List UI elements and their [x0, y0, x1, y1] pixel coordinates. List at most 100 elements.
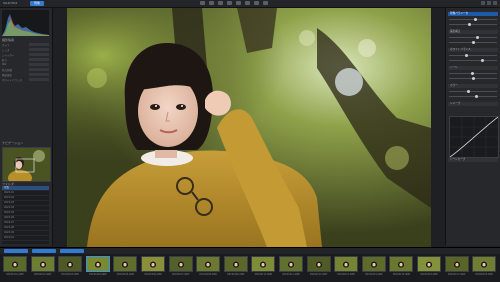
maximize-icon[interactable] [487, 1, 491, 5]
filmstrip-thumbnail[interactable]: DSC00115.ARW [389, 256, 414, 278]
adjust-slider[interactable] [449, 95, 497, 98]
slider-handle[interactable] [470, 72, 474, 75]
filmstrip-thumbnail[interactable]: DSC00106.ARW [141, 256, 165, 278]
navigator-preview [3, 148, 50, 181]
folder-item[interactable]: 2024-10 [2, 236, 49, 241]
app-brand: SILKYPIX [3, 1, 18, 5]
thumbnail-image [334, 256, 359, 272]
info-section-title: 撮影情報 [2, 38, 15, 42]
thumbnail-label: DSC00107.ARW [171, 273, 190, 276]
adjust-slider[interactable] [449, 90, 497, 93]
adjust-slider[interactable] [449, 59, 497, 62]
adjust-slider[interactable] [449, 41, 497, 44]
main-photo[interactable] [67, 8, 431, 247]
adjust-slider[interactable] [449, 36, 497, 39]
filmstrip-thumbnail[interactable]: DSC00117.ARW [444, 256, 469, 278]
filmstrip-thumbnail[interactable]: DSC00116.ARW [417, 256, 441, 278]
filmstrip-thumbnail[interactable]: DSC00111.ARW [279, 256, 303, 278]
slider-handle[interactable] [472, 77, 476, 80]
tool-icon[interactable] [218, 1, 223, 5]
info-value-field [29, 43, 49, 46]
slider-handle[interactable] [475, 95, 479, 98]
slider-handle[interactable] [467, 23, 471, 26]
adjust-slider[interactable] [449, 77, 497, 80]
filmstrip-thumbnail[interactable]: DSC00104.ARW [85, 256, 110, 278]
thumbnail-label: DSC00115.ARW [392, 273, 411, 276]
slider-handle[interactable] [471, 41, 475, 44]
sharpness-header[interactable]: シャープ [448, 102, 498, 106]
filmstrip-thumbnail[interactable]: DSC00103.ARW [58, 256, 83, 278]
thumbnail-image [306, 256, 331, 272]
navigator-title: ナビゲーション [2, 141, 23, 145]
thumbnail-label: DSC00111.ARW [282, 273, 300, 276]
adjust-slider[interactable] [449, 72, 497, 75]
filmstrip-thumbnail[interactable]: DSC00107.ARW [168, 256, 193, 278]
slider-handle[interactable] [480, 59, 484, 62]
filmstrip-thumbnail[interactable]: DSC00108.ARW [196, 256, 221, 278]
navigator-thumbnail[interactable] [2, 147, 51, 182]
info-row: ホワイトバランス [2, 78, 49, 82]
info-value-field [29, 68, 49, 71]
thumbnail-label: DSC00104.ARW [89, 273, 107, 276]
filmstrip-button[interactable] [60, 249, 84, 253]
tool-icon[interactable] [245, 1, 250, 5]
info-row: レンズ [2, 48, 49, 52]
adjust-slider[interactable] [449, 18, 497, 21]
adjust-slider[interactable] [449, 54, 497, 57]
thumbnail-label: DSC00110.ARW [254, 273, 273, 276]
tool-icon[interactable] [209, 1, 214, 5]
info-key: レンズ [2, 49, 10, 52]
filmstrip-thumbnail[interactable]: DSC00101.ARW [3, 256, 27, 278]
info-key: ISO [2, 63, 7, 66]
tone-curve[interactable] [449, 116, 499, 158]
thumbnail-image [361, 256, 386, 272]
thumbnail-label: DSC00114.ARW [365, 273, 383, 276]
slider-handle[interactable] [464, 54, 468, 57]
adjust-slider[interactable] [449, 23, 497, 26]
info-key: 絞り [2, 59, 8, 62]
tab-develop[interactable]: 現像 [30, 1, 45, 6]
info-key: 露出補正 [2, 74, 13, 77]
close-icon[interactable] [493, 1, 497, 5]
thumbnail-label: DSC00109.ARW [227, 273, 245, 276]
thumbnail-image [417, 256, 441, 272]
thumbnail-label: DSC00101.ARW [6, 273, 24, 276]
tone-curve-header[interactable]: トーンカーブ [448, 158, 498, 162]
tool-icon[interactable] [263, 1, 268, 5]
develop-params-header[interactable]: 現像パラメータ [448, 12, 498, 16]
thumbnail-image [30, 256, 55, 272]
color-header[interactable]: カラー [448, 84, 498, 88]
filmstrip-thumbnail[interactable]: DSC00102.ARW [30, 256, 55, 278]
thumbnail-image [113, 256, 138, 272]
tool-icon[interactable] [254, 1, 259, 5]
minimize-icon[interactable] [481, 1, 485, 5]
top-bar: SILKYPIX 現像 [0, 0, 500, 8]
filmstrip-thumbnail[interactable]: DSC00114.ARW [361, 256, 386, 278]
filmstrip-thumbnail[interactable]: DSC00110.ARW [251, 256, 276, 278]
info-value-field [29, 63, 49, 66]
histogram-graph [2, 14, 49, 36]
filmstrip-thumbnail[interactable]: DSC00113.ARW [334, 256, 359, 278]
tool-icon[interactable] [236, 1, 241, 5]
histogram [2, 10, 49, 36]
thumbnail-label: DSC00106.ARW [144, 273, 162, 276]
slider-track [449, 96, 497, 97]
tone-header[interactable]: トーン [448, 66, 498, 70]
filmstrip-button[interactable] [4, 249, 28, 253]
exposure-header[interactable]: 露出補正 [448, 30, 498, 34]
slider-handle[interactable] [476, 36, 479, 39]
slider-handle[interactable] [473, 18, 477, 21]
filmstrip-thumbnail[interactable]: DSC00109.ARW [223, 256, 248, 278]
slider-handle[interactable] [467, 90, 470, 93]
thumbnail-image [251, 256, 276, 272]
tool-icon[interactable] [200, 1, 205, 5]
filmstrip: DSC00101.ARW DSC00102.ARW DSC00103.ARW DSC0… [0, 247, 500, 282]
filmstrip-thumbnail[interactable]: DSC00105.ARW [113, 256, 138, 278]
thumbnail-image [141, 256, 165, 272]
white-balance-header[interactable]: ホワイトバランス [448, 48, 498, 52]
info-row: 焦点距離 [2, 68, 49, 72]
tool-icon[interactable] [227, 1, 232, 5]
filmstrip-thumbnail[interactable]: DSC00112.ARW [306, 256, 331, 278]
filmstrip-thumbnail[interactable]: DSC00118.ARW [472, 256, 497, 278]
filmstrip-button[interactable] [32, 249, 56, 253]
